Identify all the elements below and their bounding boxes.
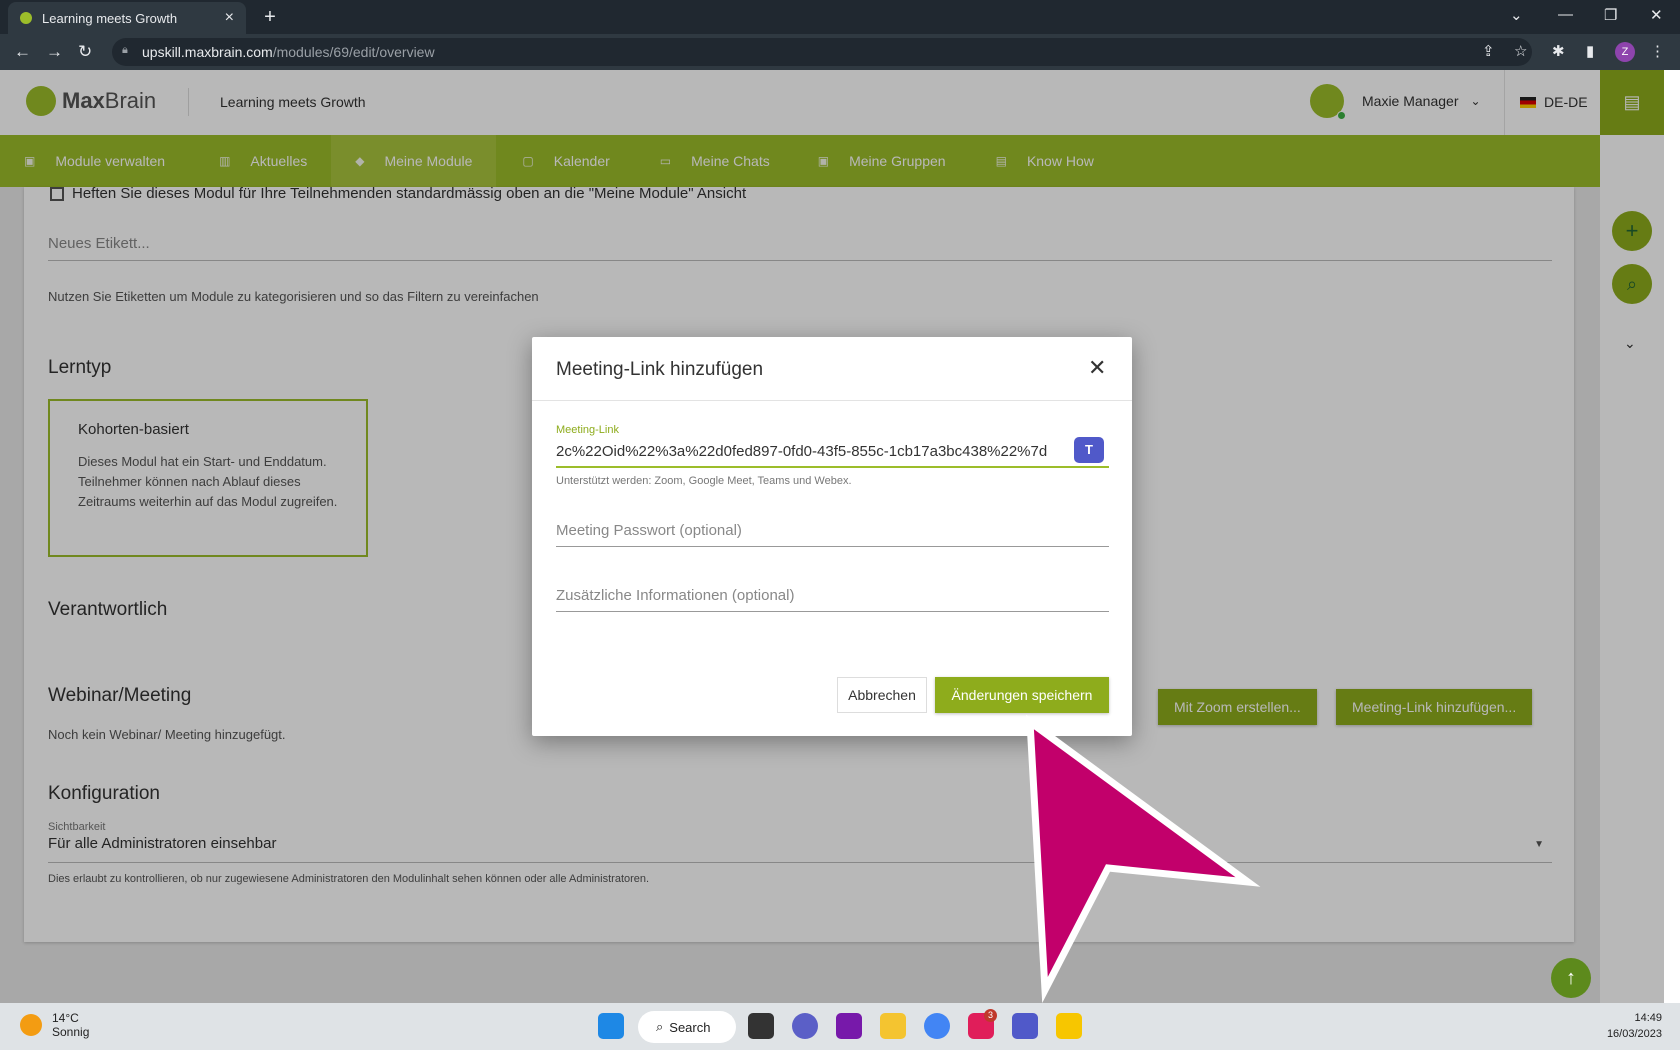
onenote-icon[interactable] <box>836 1013 862 1039</box>
taskbar-search[interactable]: ⌕ Search <box>638 1011 736 1043</box>
teams-icon[interactable] <box>1012 1013 1038 1039</box>
system-clock[interactable]: 14:49 16/03/2023 <box>1600 1010 1662 1042</box>
miro-icon[interactable] <box>1056 1013 1082 1039</box>
windows-taskbar: 14°C Sonnig ⌕ Search 3 14:49 16/03/2023 <box>0 1003 1680 1050</box>
sun-icon <box>20 1014 42 1036</box>
task-view-icon[interactable] <box>748 1013 774 1039</box>
windows-start-icon[interactable] <box>598 1013 624 1039</box>
teams-chat-icon[interactable] <box>792 1013 818 1039</box>
file-explorer-icon[interactable] <box>880 1013 906 1039</box>
weather-widget[interactable]: 14°C Sonnig <box>20 1011 89 1039</box>
search-icon: ⌕ <box>656 1019 664 1034</box>
chrome-icon[interactable] <box>924 1013 950 1039</box>
slack-badge: 3 <box>984 1009 997 1022</box>
annotation-pointer-arrow <box>1026 714 1261 1004</box>
